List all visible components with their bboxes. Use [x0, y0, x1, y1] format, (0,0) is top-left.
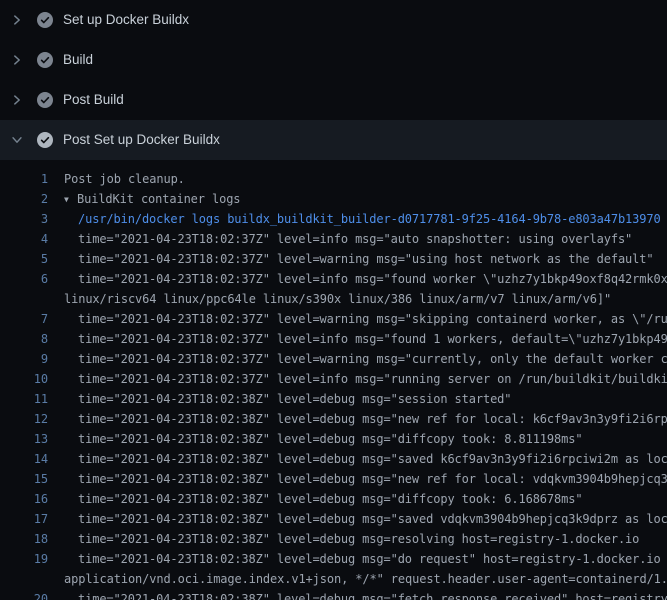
log-line-number[interactable]: 3 [0, 209, 48, 229]
log-line-number[interactable]: 18 [0, 529, 48, 549]
step-row-post-set-up-docker-buildx[interactable]: Post Set up Docker Buildx [0, 120, 667, 160]
log-line-number [0, 569, 48, 589]
log-line-number[interactable]: 4 [0, 229, 48, 249]
check-circle-icon [37, 132, 53, 148]
log-line-number[interactable]: 2 [0, 189, 48, 209]
step-row-post-build[interactable]: Post Build [0, 80, 667, 120]
log-line-text: time="2021-04-23T18:02:38Z" level=debug … [48, 509, 667, 529]
log-line: 3/usr/bin/docker logs buildx_buildkit_bu… [0, 209, 667, 229]
steps-list: Set up Docker Buildx Build Post Build Post … [0, 0, 667, 160]
log-line: 10time="2021-04-23T18:02:37Z" level=info… [0, 369, 667, 389]
log-line-continuation: application/vnd.oci.image.index.v1+json,… [0, 569, 667, 589]
log-line: 4time="2021-04-23T18:02:37Z" level=info … [0, 229, 667, 249]
log-group-title[interactable]: BuildKit container logs [77, 192, 240, 206]
log-line: 7time="2021-04-23T18:02:37Z" level=warni… [0, 309, 667, 329]
log-line: 17time="2021-04-23T18:02:38Z" level=debu… [0, 509, 667, 529]
chevron-down-icon[interactable] [9, 132, 25, 148]
step-label: Post Build [63, 92, 124, 108]
log-line-number[interactable]: 12 [0, 409, 48, 429]
chevron-right-icon[interactable] [9, 92, 25, 108]
log-command-text: /usr/bin/docker logs buildx_buildkit_bui… [48, 209, 661, 229]
job-log-viewer: Set up Docker Buildx Build Post Build Post … [0, 0, 667, 600]
log-line-number[interactable]: 8 [0, 329, 48, 349]
log-line-text: linux/riscv64 linux/ppc64le linux/s390x … [48, 289, 611, 309]
step-label: Set up Docker Buildx [63, 12, 189, 28]
log-line-text: time="2021-04-23T18:02:38Z" level=debug … [48, 429, 582, 449]
log-line-text: time="2021-04-23T18:02:37Z" level=warnin… [48, 249, 653, 269]
log-line-number[interactable]: 13 [0, 429, 48, 449]
log-line-text: time="2021-04-23T18:02:38Z" level=debug … [48, 469, 667, 489]
step-label: Post Set up Docker Buildx [63, 132, 220, 148]
log-line-text: time="2021-04-23T18:02:38Z" level=debug … [48, 549, 667, 569]
log-line-number[interactable]: 15 [0, 469, 48, 489]
log-line: 14time="2021-04-23T18:02:38Z" level=debu… [0, 449, 667, 469]
log-line-text: time="2021-04-23T18:02:37Z" level=warnin… [48, 349, 667, 369]
log-line-text: time="2021-04-23T18:02:38Z" level=debug … [48, 589, 667, 600]
log-line-continuation: linux/riscv64 linux/ppc64le linux/s390x … [0, 289, 667, 309]
check-circle-icon [37, 92, 53, 108]
log-line-number[interactable]: 9 [0, 349, 48, 369]
step-label: Build [63, 52, 93, 68]
log-line-text: time="2021-04-23T18:02:38Z" level=debug … [48, 489, 582, 509]
log-line: 11time="2021-04-23T18:02:38Z" level=debu… [0, 389, 667, 409]
log-line: 6time="2021-04-23T18:02:37Z" level=info … [0, 269, 667, 289]
step-row-set-up-docker-buildx[interactable]: Set up Docker Buildx [0, 0, 667, 40]
log-line-number[interactable]: 19 [0, 549, 48, 569]
log-line: 2▼BuildKit container logs [0, 189, 667, 209]
log-line-number[interactable]: 10 [0, 369, 48, 389]
log-line-number[interactable]: 17 [0, 509, 48, 529]
log-line-text: time="2021-04-23T18:02:37Z" level=info m… [48, 369, 667, 389]
log-line-text: time="2021-04-23T18:02:37Z" level=info m… [48, 269, 667, 289]
log-line-text: time="2021-04-23T18:02:38Z" level=debug … [48, 449, 667, 469]
log-line-text: Post job cleanup. [48, 169, 185, 189]
chevron-right-icon[interactable] [9, 52, 25, 68]
log-line: 18time="2021-04-23T18:02:38Z" level=debu… [0, 529, 667, 549]
check-circle-icon [37, 52, 53, 68]
log-line-number[interactable]: 14 [0, 449, 48, 469]
log-line-text: time="2021-04-23T18:02:37Z" level=info m… [48, 229, 632, 249]
log-line: 1Post job cleanup. [0, 169, 667, 189]
log-line: 12time="2021-04-23T18:02:38Z" level=debu… [0, 409, 667, 429]
log-line: 5time="2021-04-23T18:02:37Z" level=warni… [0, 249, 667, 269]
log-line: 8time="2021-04-23T18:02:37Z" level=info … [0, 329, 667, 349]
log-line: 20time="2021-04-23T18:02:38Z" level=debu… [0, 589, 667, 600]
log-line-number[interactable]: 1 [0, 169, 48, 189]
step-row-build[interactable]: Build [0, 40, 667, 80]
log-line-number[interactable]: 11 [0, 389, 48, 409]
check-circle-icon [37, 12, 53, 28]
log-line-text: time="2021-04-23T18:02:37Z" level=warnin… [48, 309, 667, 329]
log-line-text: time="2021-04-23T18:02:38Z" level=debug … [48, 409, 667, 429]
log-area: 1Post job cleanup.2▼BuildKit container l… [0, 160, 667, 600]
log-group-header[interactable]: ▼BuildKit container logs [48, 189, 240, 209]
log-line-text: time="2021-04-23T18:02:37Z" level=info m… [48, 329, 667, 349]
log-line-number[interactable]: 7 [0, 309, 48, 329]
log-line-number[interactable]: 20 [0, 589, 48, 600]
log-line-number[interactable]: 16 [0, 489, 48, 509]
log-line: 15time="2021-04-23T18:02:38Z" level=debu… [0, 469, 667, 489]
log-line: 19time="2021-04-23T18:02:38Z" level=debu… [0, 549, 667, 569]
log-line-text: time="2021-04-23T18:02:38Z" level=debug … [48, 389, 511, 409]
log-line: 16time="2021-04-23T18:02:38Z" level=debu… [0, 489, 667, 509]
log-group-expanded-icon[interactable]: ▼ [64, 190, 77, 210]
log-line-text: application/vnd.oci.image.index.v1+json,… [48, 569, 667, 589]
log-line-number[interactable]: 6 [0, 269, 48, 289]
log-line-number[interactable]: 5 [0, 249, 48, 269]
log-line-number [0, 289, 48, 309]
log-line: 9time="2021-04-23T18:02:37Z" level=warni… [0, 349, 667, 369]
log-line-text: time="2021-04-23T18:02:38Z" level=debug … [48, 529, 639, 549]
chevron-right-icon[interactable] [9, 12, 25, 28]
log-line: 13time="2021-04-23T18:02:38Z" level=debu… [0, 429, 667, 449]
